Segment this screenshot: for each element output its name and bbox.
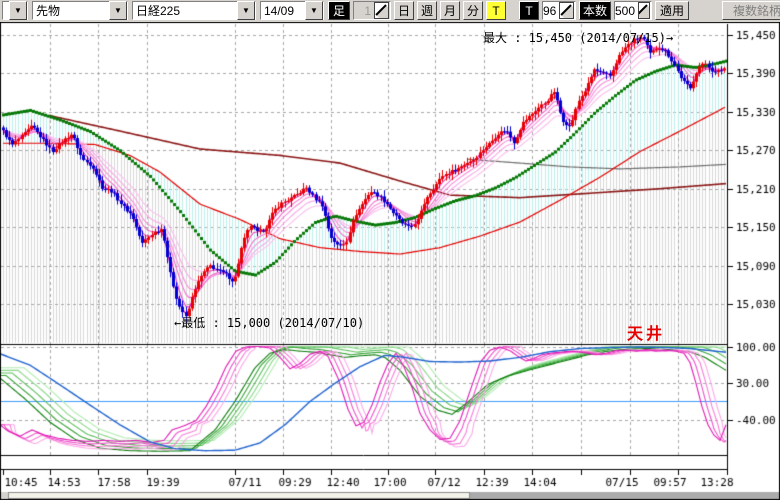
chevron-down-icon[interactable]: ▼ — [9, 1, 27, 20]
apply-button[interactable]: 適用 — [655, 1, 689, 20]
contract-month-combobox[interactable]: 14/09 ▼ — [260, 1, 324, 20]
period-stepper[interactable]: 96 — [542, 1, 576, 20]
spinner-icon[interactable] — [638, 2, 650, 19]
ceiling-annotation: 天井 — [627, 320, 665, 344]
symbol-combobox[interactable]: 日経225 ▼ — [132, 1, 256, 20]
chevron-down-icon[interactable]: ▼ — [305, 1, 323, 20]
price-chart-canvas[interactable] — [0, 22, 780, 500]
chart-area: 最大 : 15,450 (2014/07/15)→ ←最低 : 15,000 (… — [0, 22, 780, 500]
max-price-annotation: 最大 : 15,450 (2014/07/15)→ — [483, 29, 673, 46]
period-value: 96 — [543, 4, 558, 18]
multi-symbol-button[interactable]: 複数銘柄 — [722, 1, 780, 20]
bar-count-stepper[interactable]: 500 — [614, 1, 652, 20]
interval-month-button[interactable]: 月 — [440, 1, 460, 20]
interval-stepper[interactable]: 1 — [353, 1, 391, 20]
interval-value: 1 — [354, 4, 373, 18]
category-combobox[interactable]: 先物 ▼ — [32, 1, 128, 20]
chevron-down-icon[interactable]: ▼ — [237, 1, 255, 20]
contract-month-value: 14/09 — [261, 4, 305, 18]
toolbar: ▼ 先物 ▼ 日経225 ▼ 14/09 ▼ 足 1 日 週 月 分 T T 9… — [0, 0, 780, 23]
spinner-icon[interactable] — [374, 2, 389, 19]
interval-day-button[interactable]: 日 — [394, 1, 414, 20]
bar-type-label: 足 — [328, 1, 350, 20]
min-price-annotation: ←最低 : 15,000 (2014/07/10) — [174, 314, 364, 331]
symbol-value: 日経225 — [133, 2, 237, 19]
interval-minute-button[interactable]: 分 — [463, 1, 483, 20]
category-value: 先物 — [33, 2, 109, 19]
bar-count-value: 500 — [615, 4, 637, 18]
interval-tick-button[interactable]: T — [486, 1, 506, 20]
history-combobox[interactable]: ▼ — [2, 1, 28, 20]
interval-week-button[interactable]: 週 — [417, 1, 437, 20]
bar-count-label: 本数 — [579, 1, 611, 20]
chevron-down-icon[interactable]: ▼ — [109, 1, 127, 20]
tick-period-label: T — [519, 1, 539, 20]
spinner-icon[interactable] — [559, 2, 574, 19]
